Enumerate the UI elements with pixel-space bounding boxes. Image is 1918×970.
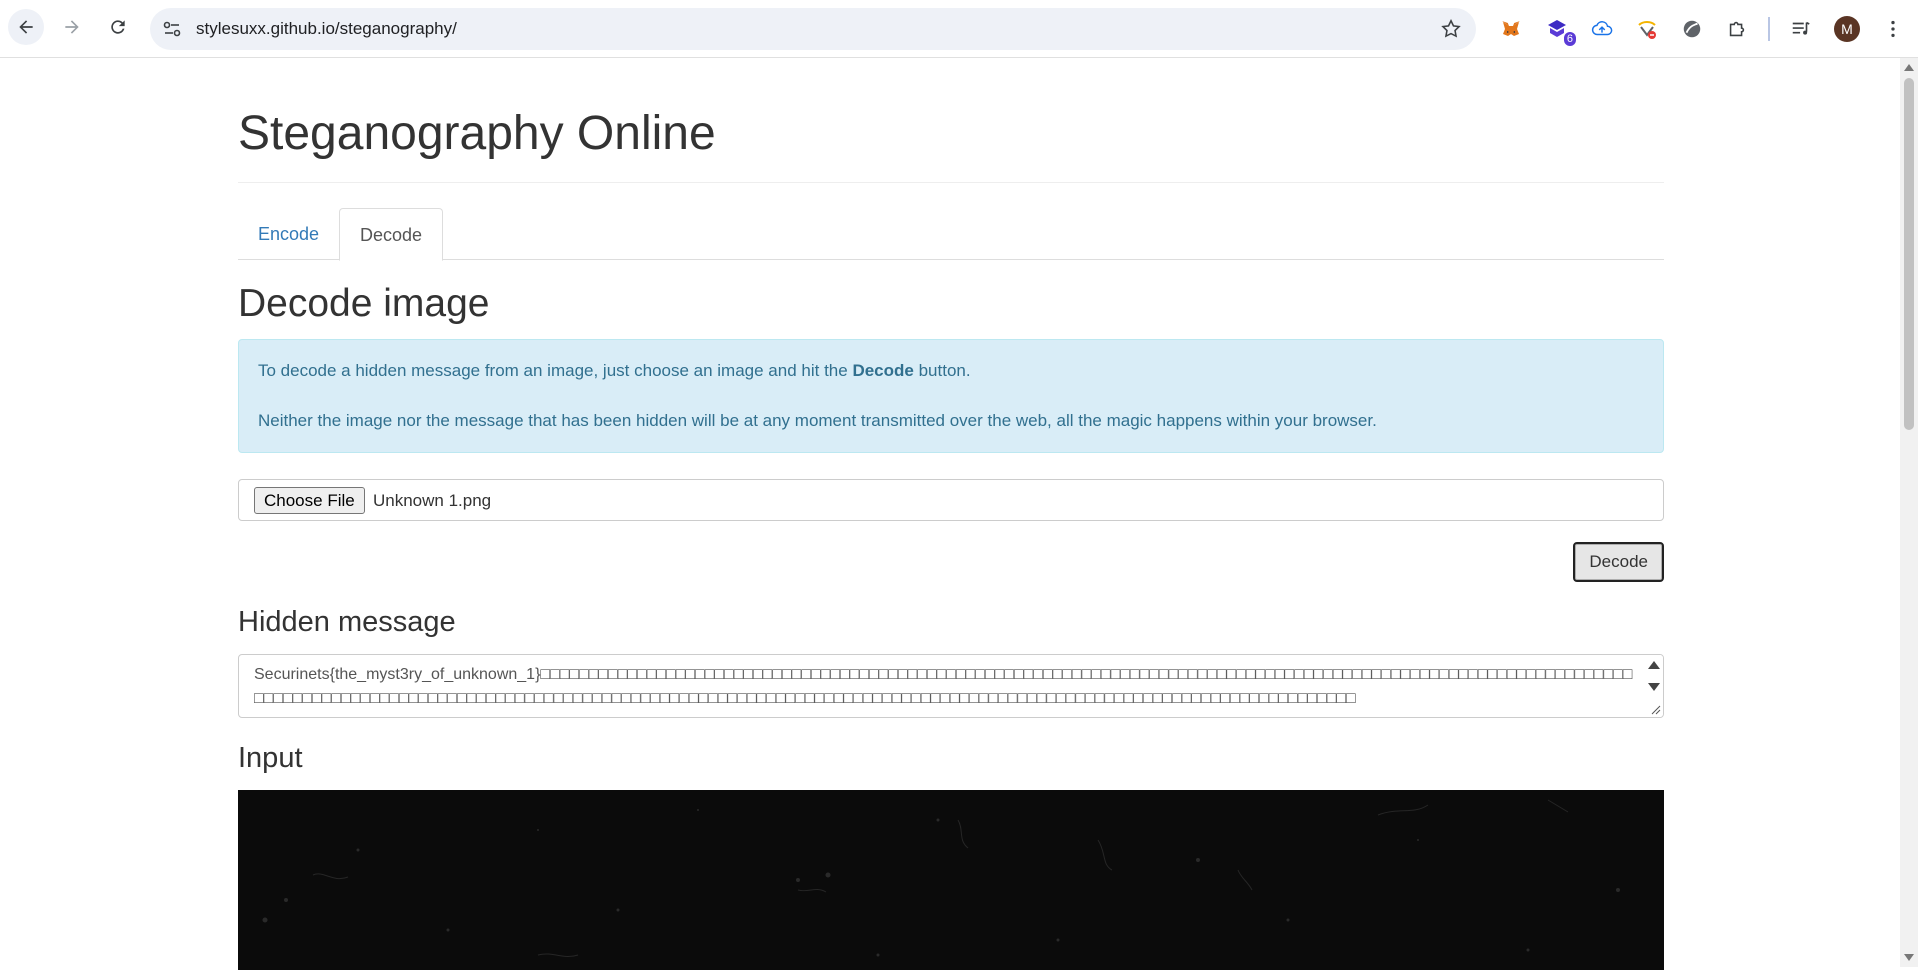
choose-file-button[interactable]: Choose File (254, 487, 365, 514)
tab-bar: Encode Decode (238, 208, 1664, 261)
media-icon[interactable] (1787, 15, 1815, 43)
menu-icon[interactable] (1879, 15, 1907, 43)
page-title: Steganography Online (238, 107, 716, 160)
info-bold-text: Decode (852, 361, 914, 380)
address-bar[interactable]: stylesuxx.github.io/steganography/ (150, 8, 1476, 50)
decode-heading: Decode image (238, 282, 490, 325)
reload-button[interactable] (100, 9, 136, 45)
extension-icon[interactable] (1633, 15, 1661, 43)
globe-icon[interactable] (1678, 15, 1706, 43)
info-alert: To decode a hidden message from an image… (238, 339, 1664, 453)
extension-icon[interactable]: 6 (1543, 15, 1576, 46)
page-scrollbar[interactable] (1900, 58, 1918, 967)
profile-avatar[interactable]: M (1834, 16, 1860, 42)
selected-file-name: Unknown 1.png (373, 491, 492, 510)
puzzle-icon[interactable] (1723, 15, 1751, 43)
back-icon (19, 20, 33, 34)
reload-icon (111, 20, 125, 34)
info-paragraph-2: Neither the image nor the message that h… (258, 411, 1377, 430)
hidden-message-text[interactable]: Securinets{the_myst3ry_of_unknown_1}□□□□… (254, 663, 1634, 711)
decode-button[interactable]: Decode (1573, 542, 1664, 582)
scroll-up-icon[interactable] (1904, 64, 1914, 71)
scroll-down-icon[interactable] (1904, 954, 1914, 961)
forward-icon (65, 20, 79, 34)
file-input[interactable]: Choose File Unknown 1.png (238, 479, 1664, 521)
header-divider (238, 182, 1664, 183)
url-text[interactable]: stylesuxx.github.io/steganography/ (196, 19, 457, 39)
back-button[interactable] (8, 9, 44, 45)
input-image-preview (238, 790, 1664, 970)
info-text: To decode a hidden message from an image… (258, 361, 853, 380)
toolbar-divider (1768, 17, 1770, 41)
hidden-message-heading: Hidden message (238, 606, 456, 638)
info-text: button. (913, 361, 971, 380)
input-image-texture (262, 799, 1620, 958)
site-settings-icon[interactable] (160, 17, 184, 41)
resize-handle-icon[interactable] (1651, 705, 1661, 715)
tab-decode[interactable]: Decode (339, 208, 444, 261)
bookmark-star-icon[interactable] (1440, 18, 1462, 40)
extension-badge: 6 (1563, 32, 1576, 46)
tab-encode[interactable]: Encode (238, 208, 339, 261)
metamask-icon[interactable] (1497, 15, 1525, 43)
scroll-up-icon[interactable] (1648, 661, 1660, 669)
scrollbar-thumb[interactable] (1904, 78, 1914, 430)
hidden-message-textarea[interactable]: Securinets{the_myst3ry_of_unknown_1}□□□□… (238, 654, 1664, 718)
forward-button[interactable] (54, 9, 90, 45)
browser-toolbar: stylesuxx.github.io/steganography/ 6 M (0, 0, 1918, 58)
cloud-upload-icon[interactable] (1588, 15, 1616, 43)
scroll-down-icon[interactable] (1648, 683, 1660, 691)
info-paragraph-1: To decode a hidden message from an image… (258, 361, 971, 381)
input-heading: Input (238, 742, 303, 774)
